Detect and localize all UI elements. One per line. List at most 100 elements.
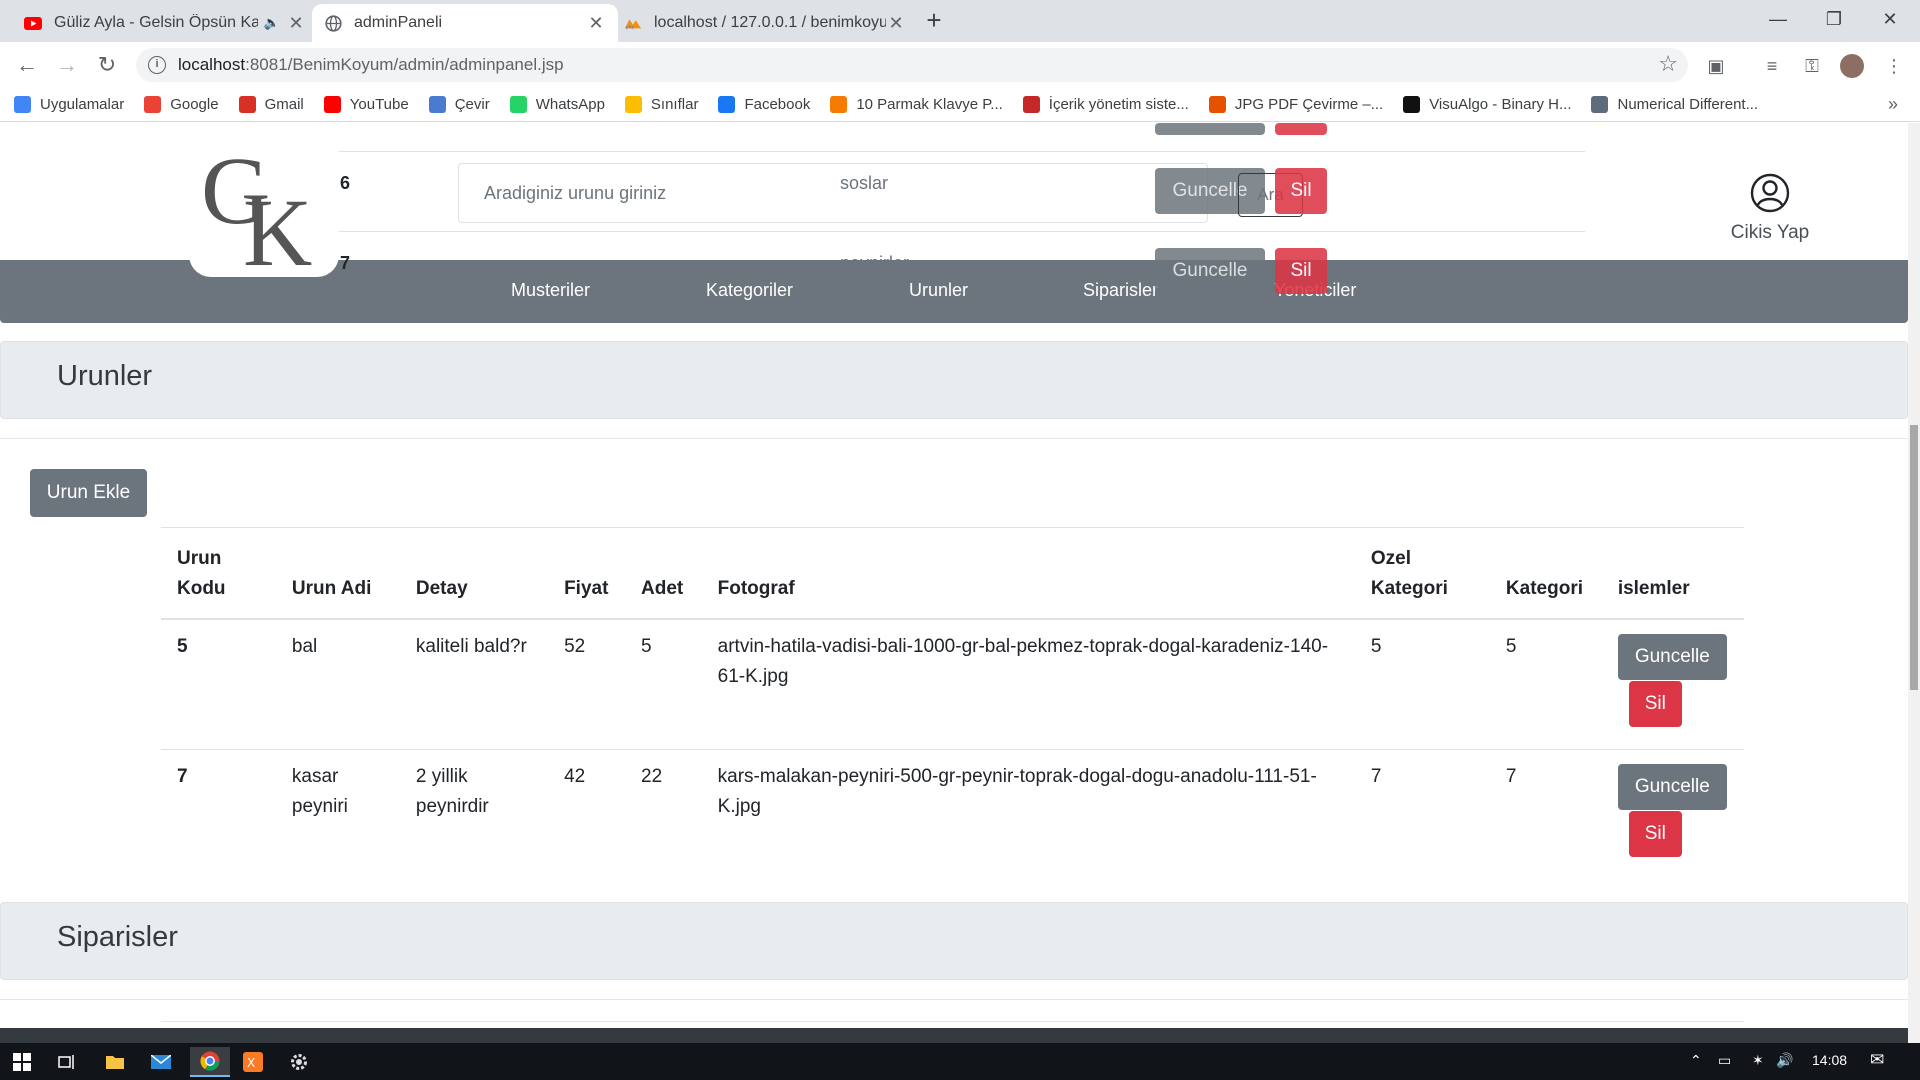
cell-actions: Guncelle Sil <box>1602 619 1744 750</box>
overlay-update-button[interactable]: Guncelle <box>1155 248 1265 294</box>
update-button[interactable]: Guncelle <box>1617 634 1727 680</box>
bookmark-item[interactable]: 10 Parmak Klavye P... <box>830 96 1003 113</box>
nav-musteriler[interactable]: Musteriler <box>511 280 590 301</box>
volume-icon[interactable]: 🔊 <box>1776 1052 1793 1069</box>
bookmark-favicon-icon <box>1403 96 1421 113</box>
speaker-icon[interactable]: 🔈 <box>264 15 280 31</box>
url-text[interactable]: localhost:8081/BenimKoyum/admin/adminpan… <box>178 55 564 75</box>
battery-icon[interactable]: ▭ <box>1718 1052 1731 1069</box>
browser-tab-adminpaneli[interactable]: adminPaneli ✕ <box>312 4 618 42</box>
bookmark-favicon-icon <box>14 96 31 113</box>
logout-label: Cikis Yap <box>1730 222 1810 243</box>
update-button[interactable]: Guncelle <box>1617 764 1727 810</box>
logout-link[interactable]: Cikis Yap <box>1720 173 1820 244</box>
browser-tab-bar: Güliz Ayla - Gelsin Öpsün Kal 🔈 ✕ adminP… <box>0 0 1920 42</box>
bookmark-favicon-icon <box>1591 96 1609 113</box>
bookmark-favicon-icon <box>1208 96 1226 113</box>
menu-kebab-icon[interactable]: ⋮ <box>1880 52 1908 80</box>
minimize-icon[interactable]: — <box>1748 0 1808 40</box>
bookmark-item[interactable]: YouTube <box>323 96 409 113</box>
browser-toolbar: ← → ↻ i localhost:8081/BenimKoyum/admin/… <box>0 42 1920 88</box>
close-window-icon[interactable]: ✕ <box>1860 0 1920 40</box>
delete-button[interactable]: Sil <box>1628 681 1682 727</box>
back-icon[interactable]: ← <box>11 50 43 82</box>
bookmark-item[interactable]: Çevir <box>428 96 490 113</box>
bookmark-label: Google <box>170 96 219 113</box>
delete-button[interactable]: Sil <box>1628 811 1682 857</box>
tab-title: Güliz Ayla - Gelsin Öpsün Kal <box>54 14 258 31</box>
close-tab-icon[interactable]: ✕ <box>286 13 306 34</box>
clock-time[interactable]: 14:08 <box>1812 1052 1847 1068</box>
nav-siparisler[interactable]: Siparisler <box>1083 280 1158 301</box>
bookmark-item[interactable]: İçerik yönetim siste... <box>1022 96 1189 113</box>
cell-price: 42 <box>548 749 626 879</box>
notification-icon[interactable]: ✉ <box>1870 1050 1884 1070</box>
tray-chevron-icon[interactable]: ⌃ <box>1690 1052 1702 1069</box>
nav-urunler[interactable]: Urunler <box>909 280 968 301</box>
mail-icon[interactable] <box>146 1047 176 1077</box>
orders-section-header: Siparisler <box>0 902 1908 980</box>
overlay-row-name: peynirler <box>840 253 910 273</box>
xampp-icon[interactable]: X <box>238 1047 268 1077</box>
products-table: Urun Kodu Urun Adi Detay Fiyat Adet Foto… <box>161 527 1744 879</box>
overlay-delete-button[interactable]: Sil <box>1275 168 1327 214</box>
bookmark-item[interactable]: Facebook <box>718 96 810 113</box>
bookmark-item[interactable]: Sınıflar <box>624 96 698 113</box>
add-product-button[interactable]: Urun Ekle <box>30 469 147 517</box>
col-header-actions: islemler <box>1601 527 1744 620</box>
media-control-icon[interactable]: ≡ <box>1758 52 1786 80</box>
windows-start-icon[interactable] <box>7 1047 37 1077</box>
col-header-price: Fiyat <box>548 527 626 620</box>
key-icon[interactable]: ⚿ <box>1798 52 1826 80</box>
file-explorer-icon[interactable] <box>100 1047 130 1077</box>
more-bookmarks-icon[interactable]: » <box>1888 94 1898 115</box>
nav-kategoriler[interactable]: Kategoriler <box>706 280 793 301</box>
bookmark-item[interactable]: VisuAlgo - Binary H... <box>1403 96 1571 113</box>
phpmyadmin-icon: php <box>624 14 642 32</box>
restore-icon[interactable]: ❐ <box>1804 0 1864 40</box>
info-icon[interactable]: i <box>148 56 166 74</box>
scrollbar-thumb[interactable] <box>1910 425 1918 690</box>
chrome-taskbar-icon[interactable] <box>190 1047 230 1077</box>
cell-detail: kaliteli bald?r <box>415 636 527 657</box>
forward-icon[interactable]: → <box>51 50 83 82</box>
bookmark-favicon-icon <box>428 96 446 113</box>
search-input[interactable] <box>460 165 1160 221</box>
close-tab-icon[interactable]: ✕ <box>886 13 906 34</box>
browser-tab-youtube[interactable]: Güliz Ayla - Gelsin Öpsün Kal 🔈 ✕ <box>12 4 318 42</box>
bookmark-star-icon[interactable]: ☆ <box>1658 51 1678 77</box>
profile-avatar[interactable] <box>1838 52 1866 80</box>
bookmark-item[interactable]: WhatsApp <box>509 96 605 113</box>
bookmark-label: JPG PDF Çevirme –... <box>1234 96 1384 113</box>
task-view-icon[interactable] <box>52 1047 82 1077</box>
overlay-delete-button[interactable] <box>1275 123 1327 135</box>
reload-icon[interactable]: ↻ <box>91 50 123 82</box>
page-scrollbar[interactable] <box>1908 123 1920 1043</box>
extension-icon[interactable]: ▣ <box>1702 52 1730 80</box>
close-tab-icon[interactable]: ✕ <box>586 13 606 34</box>
bookmark-item[interactable]: Gmail <box>238 96 304 113</box>
overlay-delete-button[interactable]: Sil <box>1275 248 1327 294</box>
cell-special-category: 5 <box>1370 636 1382 657</box>
new-tab-button[interactable]: + <box>917 6 951 36</box>
browser-tab-phpmyadmin[interactable]: php localhost / 127.0.0.1 / benimkoyu ✕ <box>612 4 918 42</box>
overlay-update-button[interactable] <box>1155 123 1265 135</box>
tab-title: localhost / 127.0.0.1 / benimkoyu <box>654 14 886 31</box>
bookmark-label: Gmail <box>264 96 304 113</box>
bookmark-label: Uygulamalar <box>40 96 125 113</box>
bookmark-item[interactable]: Uygulamalar <box>14 96 124 113</box>
wifi-icon[interactable]: ✶ <box>1752 1052 1764 1069</box>
bookmark-item[interactable]: Google <box>144 96 219 113</box>
bookmark-item[interactable]: JPG PDF Çevirme –... <box>1208 96 1384 113</box>
globe-icon <box>324 14 342 32</box>
bookmark-item[interactable]: Numerical Different... <box>1591 96 1758 113</box>
tab-title: adminPaneli <box>354 14 443 31</box>
site-logo[interactable]: G K <box>189 135 339 277</box>
user-circle-icon <box>1750 173 1790 213</box>
cell-name: bal <box>291 636 318 657</box>
address-bar[interactable]: i localhost:8081/BenimKoyum/admin/adminp… <box>136 48 1688 82</box>
overlay-row-number: 6 <box>340 173 351 193</box>
gk-logo-icon: G K <box>201 143 312 271</box>
svg-text:K: K <box>243 179 312 271</box>
settings-gear-icon[interactable] <box>284 1047 314 1077</box>
